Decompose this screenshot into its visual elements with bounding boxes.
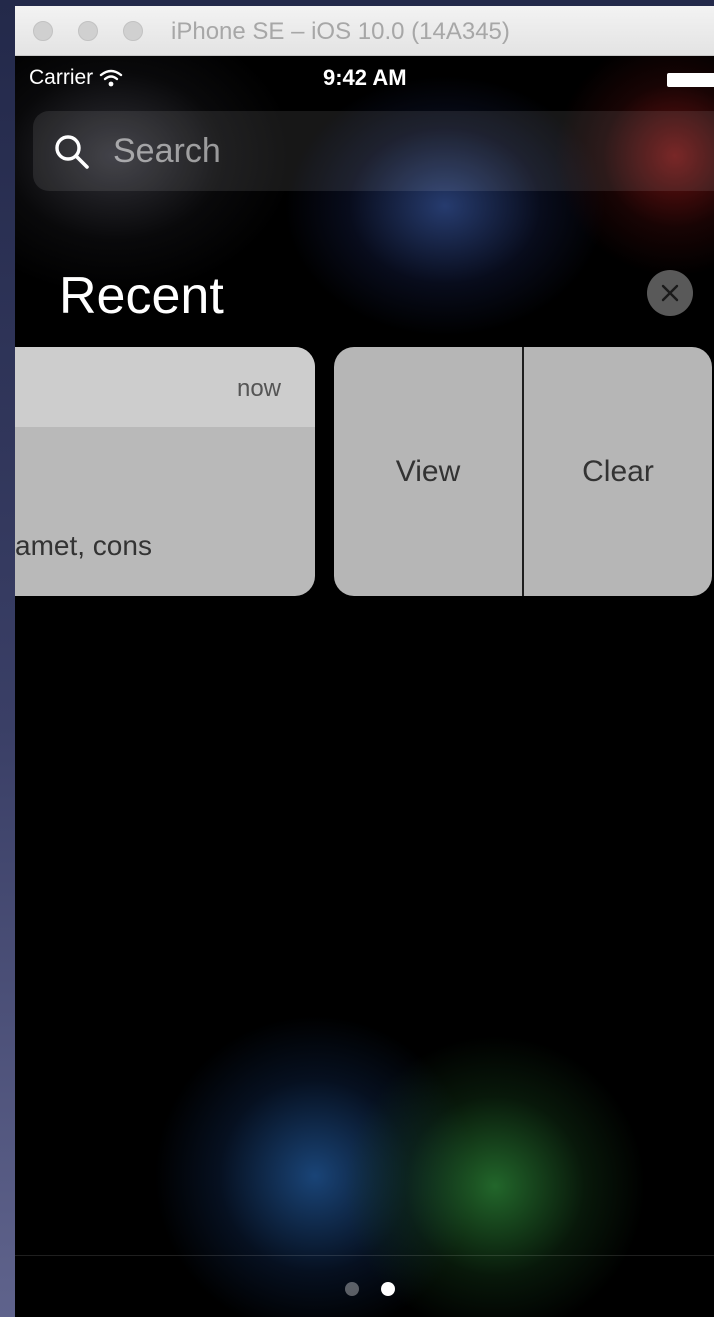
search-placeholder: Search [113,132,221,170]
status-time: 9:42 AM [323,65,407,90]
page-dot[interactable] [345,1282,359,1296]
clear-button[interactable]: Clear [524,347,712,596]
device-screen: Carrier 9:42 AM Search Recent now amet, … [15,56,714,1317]
notification-time: now [236,375,281,402]
background-glow [345,1036,645,1317]
search-icon [55,135,89,169]
page-dot-active[interactable] [381,1282,395,1296]
search-field[interactable]: Search [33,111,714,191]
clear-all-button[interactable] [647,270,693,316]
window-close-button[interactable] [33,21,53,41]
notification-card[interactable]: now amet, cons [15,347,315,596]
divider [15,1255,714,1256]
wifi-icon [99,69,123,87]
simulator-window: iPhone SE – iOS 10.0 (14A345) Carrier 9:… [15,6,714,1317]
battery-icon [667,73,714,87]
notification-header: now [15,347,315,427]
window-minimize-button[interactable] [78,21,98,41]
notification-body: amet, cons [15,530,152,561]
view-button[interactable]: View [334,347,522,596]
notification-actions: View Clear [334,347,712,596]
carrier-indicator: Carrier [29,66,123,90]
window-zoom-button[interactable] [123,21,143,41]
status-bar: Carrier 9:42 AM [15,56,714,100]
window-titlebar[interactable]: iPhone SE – iOS 10.0 (14A345) [15,6,714,56]
background-glow [155,1016,475,1317]
carrier-label: Carrier [29,66,94,89]
section-title-recent: Recent [59,267,224,325]
page-indicator[interactable] [345,1282,395,1296]
window-title: iPhone SE – iOS 10.0 (14A345) [171,18,510,45]
close-icon [661,284,679,302]
